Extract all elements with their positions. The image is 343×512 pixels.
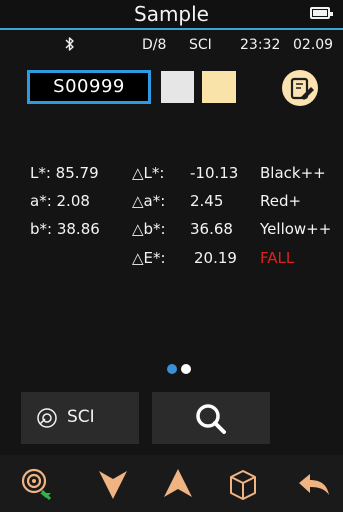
delta-e-value: 20.19 [194, 249, 237, 267]
delta-a-value: 2.45 [190, 192, 224, 210]
delta-b-value: 36.68 [190, 220, 233, 238]
sample-id-field[interactable]: S00999 [27, 70, 151, 104]
battery-icon [310, 7, 333, 19]
b-star-value: b*: 38.86 [30, 220, 100, 238]
sample-color-swatch [202, 71, 236, 103]
measure-icon[interactable] [20, 467, 56, 501]
delta-l-label: △L*: [132, 164, 165, 182]
search-icon [196, 404, 226, 434]
specular-mode: SCI [189, 37, 212, 53]
a-star-value: a*: 2.08 [30, 192, 90, 210]
measure-geometry: D/8 [142, 37, 167, 53]
delta-a-label: △a*: [132, 192, 166, 210]
search-button[interactable] [152, 392, 270, 444]
page-indicator-1[interactable] [167, 364, 177, 374]
standard-color-swatch [161, 71, 194, 103]
cube-icon[interactable] [225, 467, 261, 501]
sci-mode-icon [37, 408, 57, 428]
pass-fail-result: FALL [260, 249, 295, 267]
edit-sample-button[interactable] [282, 70, 318, 106]
page-indicator-2[interactable] [181, 364, 191, 374]
delta-l-description: Black++ [260, 164, 326, 182]
back-icon[interactable] [295, 467, 331, 501]
delta-b-label: △b*: [132, 220, 166, 238]
status-bar: D/8 SCI 23:32 02.09 [0, 34, 343, 56]
title-bar: Sample [0, 0, 343, 28]
sci-mode-label: SCI [67, 407, 95, 427]
delta-a-description: Red+ [260, 192, 302, 210]
clock-time: 23:32 [240, 37, 281, 53]
sci-mode-button[interactable]: SCI [21, 392, 139, 444]
delta-e-label: △E*: [132, 249, 166, 267]
arrow-down-icon[interactable] [95, 467, 131, 501]
l-star-value: L*: 85.79 [30, 164, 99, 182]
delta-b-description: Yellow++ [260, 220, 332, 238]
bottom-toolbar [0, 455, 343, 512]
title-divider [0, 28, 343, 30]
arrow-up-icon[interactable] [160, 467, 196, 501]
delta-l-value: -10.13 [190, 164, 239, 182]
bluetooth-icon [65, 37, 74, 51]
edit-record-icon [290, 77, 314, 100]
page-title: Sample [134, 2, 209, 26]
clock-date: 02.09 [293, 37, 334, 53]
